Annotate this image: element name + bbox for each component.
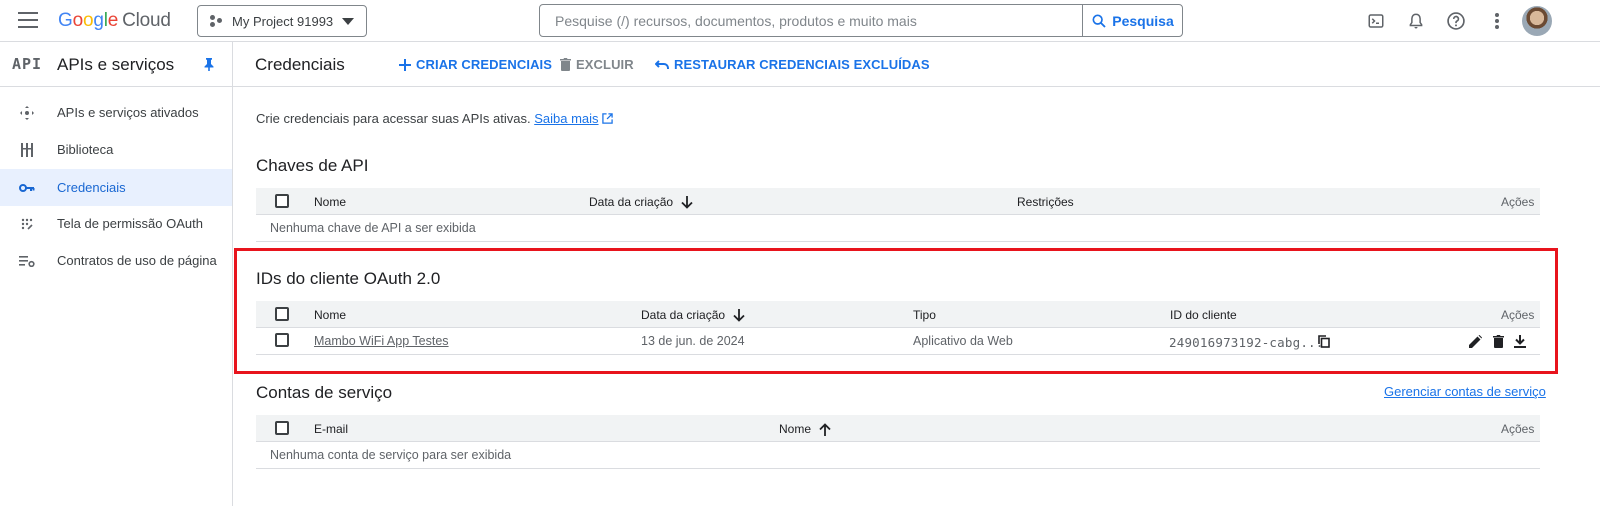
table-row: Mambo WiFi App Testes 13 de jun. de 2024… xyxy=(256,328,1540,355)
arrow-up-icon xyxy=(819,422,831,436)
column-actions: Ações xyxy=(1501,308,1535,322)
delete-button[interactable]: EXCLUIR xyxy=(560,57,634,72)
pin-icon[interactable] xyxy=(203,57,215,74)
column-actions: Ações xyxy=(1501,195,1535,209)
search-icon xyxy=(1092,13,1106,28)
sidebar-item-enabled-apis[interactable]: APIs e serviços ativados xyxy=(0,94,232,131)
trash-icon xyxy=(560,58,571,71)
search-input[interactable] xyxy=(540,5,1082,36)
client-created-date: 13 de jun. de 2024 xyxy=(641,334,745,348)
consent-icon xyxy=(19,216,35,232)
project-icon xyxy=(210,14,224,28)
apis-icon xyxy=(19,105,35,121)
column-name[interactable]: Nome xyxy=(314,308,346,322)
select-all-checkbox[interactable] xyxy=(275,307,289,321)
restore-deleted-credentials-button[interactable]: RESTAURAR CREDENCIAIS EXCLUÍDAS xyxy=(655,57,930,72)
column-type: Tipo xyxy=(913,308,936,322)
agreements-icon xyxy=(19,253,35,269)
help-icon[interactable] xyxy=(1445,10,1467,32)
column-email[interactable]: E-mail xyxy=(314,422,348,436)
edit-icon[interactable] xyxy=(1468,334,1482,348)
api-keys-table-header: Nome Data da criação Restrições Ações xyxy=(256,188,1540,215)
sidebar-item-library[interactable]: Biblioteca xyxy=(0,131,232,168)
page-title: Credenciais xyxy=(255,55,345,74)
copy-icon[interactable] xyxy=(1317,334,1331,348)
client-name-link[interactable]: Mambo WiFi App Testes xyxy=(314,334,449,348)
nav-header: API APIs e serviços xyxy=(0,42,232,87)
column-name[interactable]: Nome xyxy=(314,195,346,209)
download-icon[interactable] xyxy=(1513,334,1527,348)
column-client-id: ID do cliente xyxy=(1170,308,1237,322)
delete-icon[interactable] xyxy=(1491,334,1505,348)
project-picker[interactable]: My Project 91993 xyxy=(197,5,367,37)
client-id-value: 249016973192-cabg... xyxy=(1169,335,1324,350)
search-bar: Pesquisa xyxy=(539,4,1183,37)
left-nav: API APIs e serviços APIs e serviços ativ… xyxy=(0,42,233,506)
google-cloud-logo[interactable]: Google Cloud xyxy=(58,10,171,32)
open-in-new-icon xyxy=(602,113,613,124)
table-row-empty: Nenhuma chave de API a ser exibida xyxy=(256,215,1540,242)
sidebar-item-page-agreements[interactable]: Contratos de uso de página xyxy=(0,242,232,279)
project-name: My Project 91993 xyxy=(232,13,334,29)
sidebar-item-oauth-consent[interactable]: Tela de permissão OAuth xyxy=(0,205,232,242)
create-credentials-button[interactable]: CRIAR CREDENCIAIS xyxy=(399,57,552,72)
table-row-empty: Nenhuma conta de serviço para ser exibid… xyxy=(256,442,1540,469)
undo-icon xyxy=(655,60,669,69)
arrow-down-icon xyxy=(681,195,693,209)
client-type: Aplicativo da Web xyxy=(913,334,1013,348)
arrow-down-icon xyxy=(733,308,745,322)
key-icon xyxy=(19,180,35,196)
service-accounts-title: Contas de serviço xyxy=(256,383,393,402)
sidebar-item-credentials[interactable]: Credenciais xyxy=(0,169,232,206)
top-app-bar: GoogleCloud My Project 91993 Pesquisa xyxy=(0,0,1600,42)
add-icon xyxy=(399,58,411,71)
select-all-checkbox[interactable] xyxy=(275,421,289,435)
column-actions: Ações xyxy=(1501,422,1535,436)
account-avatar[interactable] xyxy=(1522,6,1552,36)
api-keys-title: Chaves de API xyxy=(256,156,369,175)
api-logo-icon: API xyxy=(12,55,43,73)
learn-more-link[interactable]: Saiba mais xyxy=(534,111,598,126)
column-name[interactable]: Nome xyxy=(779,422,831,436)
search-button[interactable]: Pesquisa xyxy=(1082,5,1182,36)
select-all-checkbox[interactable] xyxy=(275,194,289,208)
notifications-icon[interactable] xyxy=(1405,10,1427,32)
cloud-shell-icon[interactable] xyxy=(1365,10,1387,32)
library-icon xyxy=(19,142,35,158)
oauth-table-header: Nome Data da criação Tipo ID do cliente … xyxy=(256,301,1540,328)
column-created[interactable]: Data da criação xyxy=(641,308,745,322)
column-restrictions: Restrições xyxy=(1017,195,1074,209)
more-vert-icon[interactable] xyxy=(1486,10,1508,32)
oauth-clients-title: IDs do cliente OAuth 2.0 xyxy=(256,269,441,288)
column-created[interactable]: Data da criação xyxy=(589,195,693,209)
manage-service-accounts-link[interactable]: Gerenciar contas de serviço xyxy=(1384,384,1546,399)
service-accounts-table-header: E-mail Nome Ações xyxy=(256,415,1540,442)
main-menu-icon[interactable] xyxy=(18,12,38,28)
chevron-down-icon xyxy=(342,18,354,25)
nav-title: APIs e serviços xyxy=(57,55,175,74)
intro-text: Crie credenciais para acessar suas APIs … xyxy=(256,111,613,126)
row-checkbox[interactable] xyxy=(275,333,289,347)
page-header: Credenciais CRIAR CREDENCIAIS EXCLUIR RE… xyxy=(233,42,1600,87)
